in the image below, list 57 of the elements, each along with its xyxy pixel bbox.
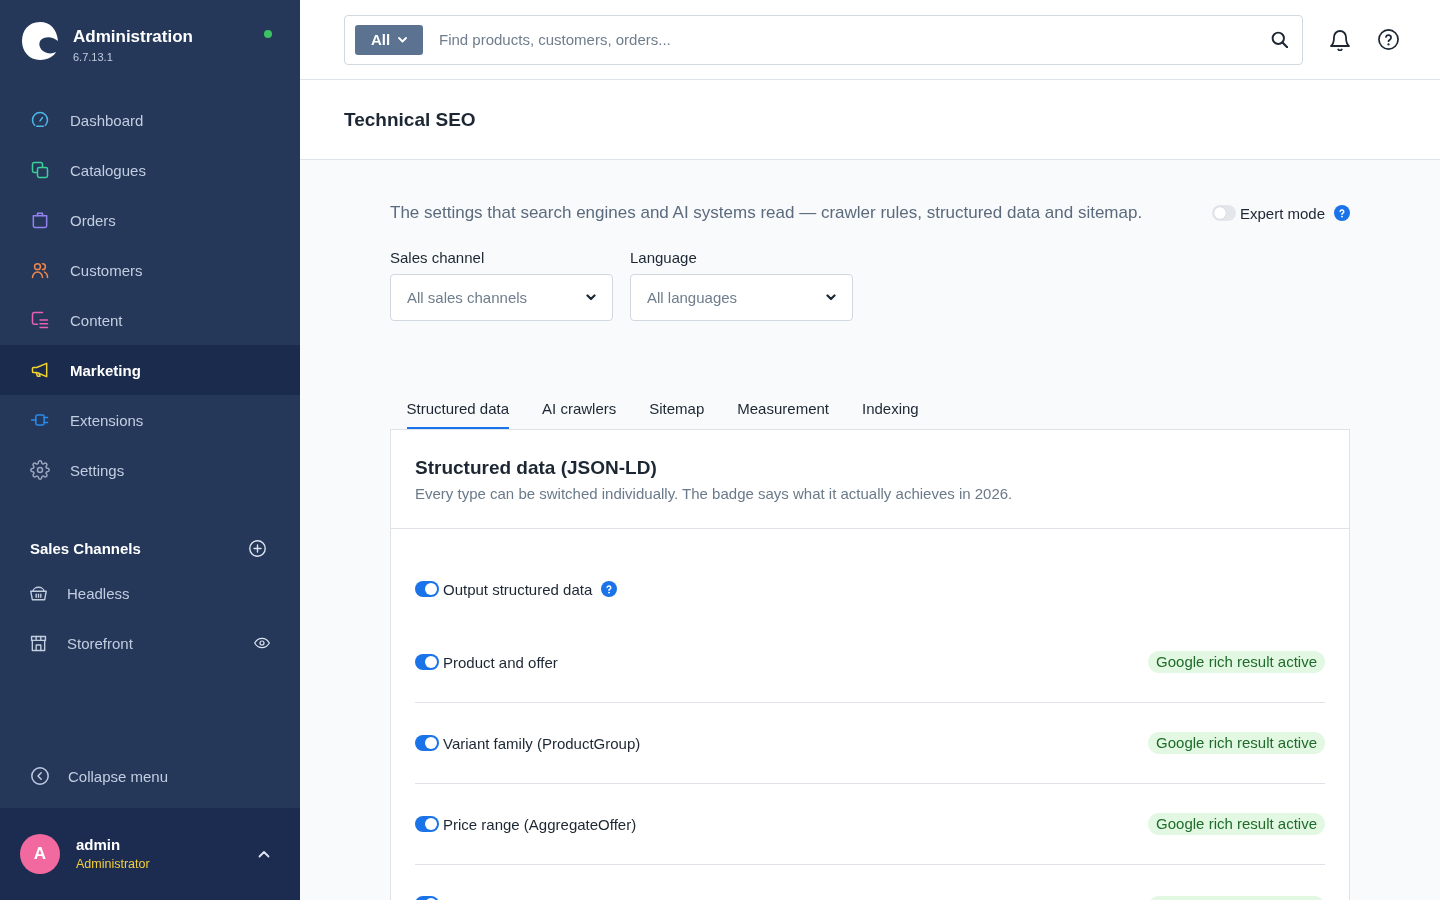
card-subtitle: Every type can be switched individually. The badge says what it actually achieves in 2026.	[415, 484, 1013, 504]
chevron-down-icon	[398, 36, 408, 43]
nav-item[interactable]: Orders	[0, 195, 300, 245]
status-badge: Google rich result active	[1148, 651, 1325, 673]
nav-item[interactable]: Marketing	[0, 345, 300, 395]
app-title: Administration	[73, 27, 193, 47]
nav-item[interactable]: Customers	[0, 245, 300, 295]
tab[interactable]: Sitemap	[649, 387, 705, 429]
add-circle-icon[interactable]	[249, 539, 266, 557]
search-bar[interactable]: All Find products, customers, orders...	[344, 14, 1303, 65]
toggle-switch[interactable]	[415, 735, 439, 751]
circle-chevron-left-icon	[31, 767, 49, 785]
user-role: Administrator	[76, 856, 150, 872]
user-name: admin	[76, 836, 121, 854]
chevron-up-icon[interactable]	[258, 850, 270, 858]
toggle-switch[interactable]	[415, 581, 439, 597]
logo-icon[interactable]	[22, 22, 58, 60]
nav-item[interactable]: Settings	[0, 445, 300, 495]
sales-channel-item[interactable]: Headless	[30, 584, 130, 602]
setting-label: Product and offer	[443, 653, 558, 671]
section-heading: Sales Channels	[30, 539, 141, 557]
toggle-switch[interactable]	[415, 654, 439, 670]
card-title: Structured data (JSON-LD)	[415, 456, 657, 480]
page-title: Technical SEO	[344, 108, 476, 131]
scope-dropdown-button[interactable]: All	[355, 24, 423, 55]
help-icon[interactable]	[1378, 29, 1399, 50]
tab[interactable]: Indexing	[862, 387, 919, 429]
bell-icon[interactable]	[1330, 28, 1350, 51]
chevron-down-icon	[826, 294, 836, 301]
chevron-down-icon	[586, 294, 596, 301]
collapse-menu-button[interactable]: Collapse menu	[0, 751, 175, 801]
basket-icon	[30, 584, 47, 602]
field-label: Language	[630, 249, 697, 267]
select-field[interactable]: All languages	[630, 274, 853, 321]
setting-label: Output structured data	[443, 580, 593, 598]
nav-item[interactable]: Content	[0, 295, 300, 345]
setting-label: Price range (AggregateOffer)	[443, 815, 637, 833]
toggle-switch[interactable]	[415, 816, 439, 832]
tab[interactable]: AI crawlers	[542, 387, 617, 429]
select-field[interactable]: All sales channels	[390, 274, 613, 321]
tab[interactable]: Measurement	[737, 387, 829, 429]
eye-icon[interactable]	[254, 635, 270, 651]
setting-label: Variant family (ProductGroup)	[443, 734, 641, 752]
nav-item[interactable]: Dashboard	[0, 95, 300, 145]
field-label: Sales channel	[390, 249, 485, 267]
page-description: The settings that search engines and AI systems read — crawler rules, structured data and sitemap.	[390, 203, 1143, 223]
nav-item[interactable]: Extensions	[0, 395, 300, 445]
sales-channel-item[interactable]: Storefront	[30, 634, 133, 652]
status-badge: Google rich result active	[1148, 732, 1325, 754]
nav-item[interactable]: Catalogues	[0, 145, 300, 195]
store-icon	[30, 634, 47, 652]
toggle-label: Expert mode	[1239, 204, 1325, 222]
status-badge: Google rich result active	[1148, 813, 1325, 835]
version-label: 6.7.13.1	[73, 50, 113, 64]
search-field[interactable]: Find products, customers, orders...	[439, 27, 1271, 52]
toggle-switch[interactable]	[1211, 205, 1236, 221]
search-icon[interactable]	[1271, 31, 1288, 48]
